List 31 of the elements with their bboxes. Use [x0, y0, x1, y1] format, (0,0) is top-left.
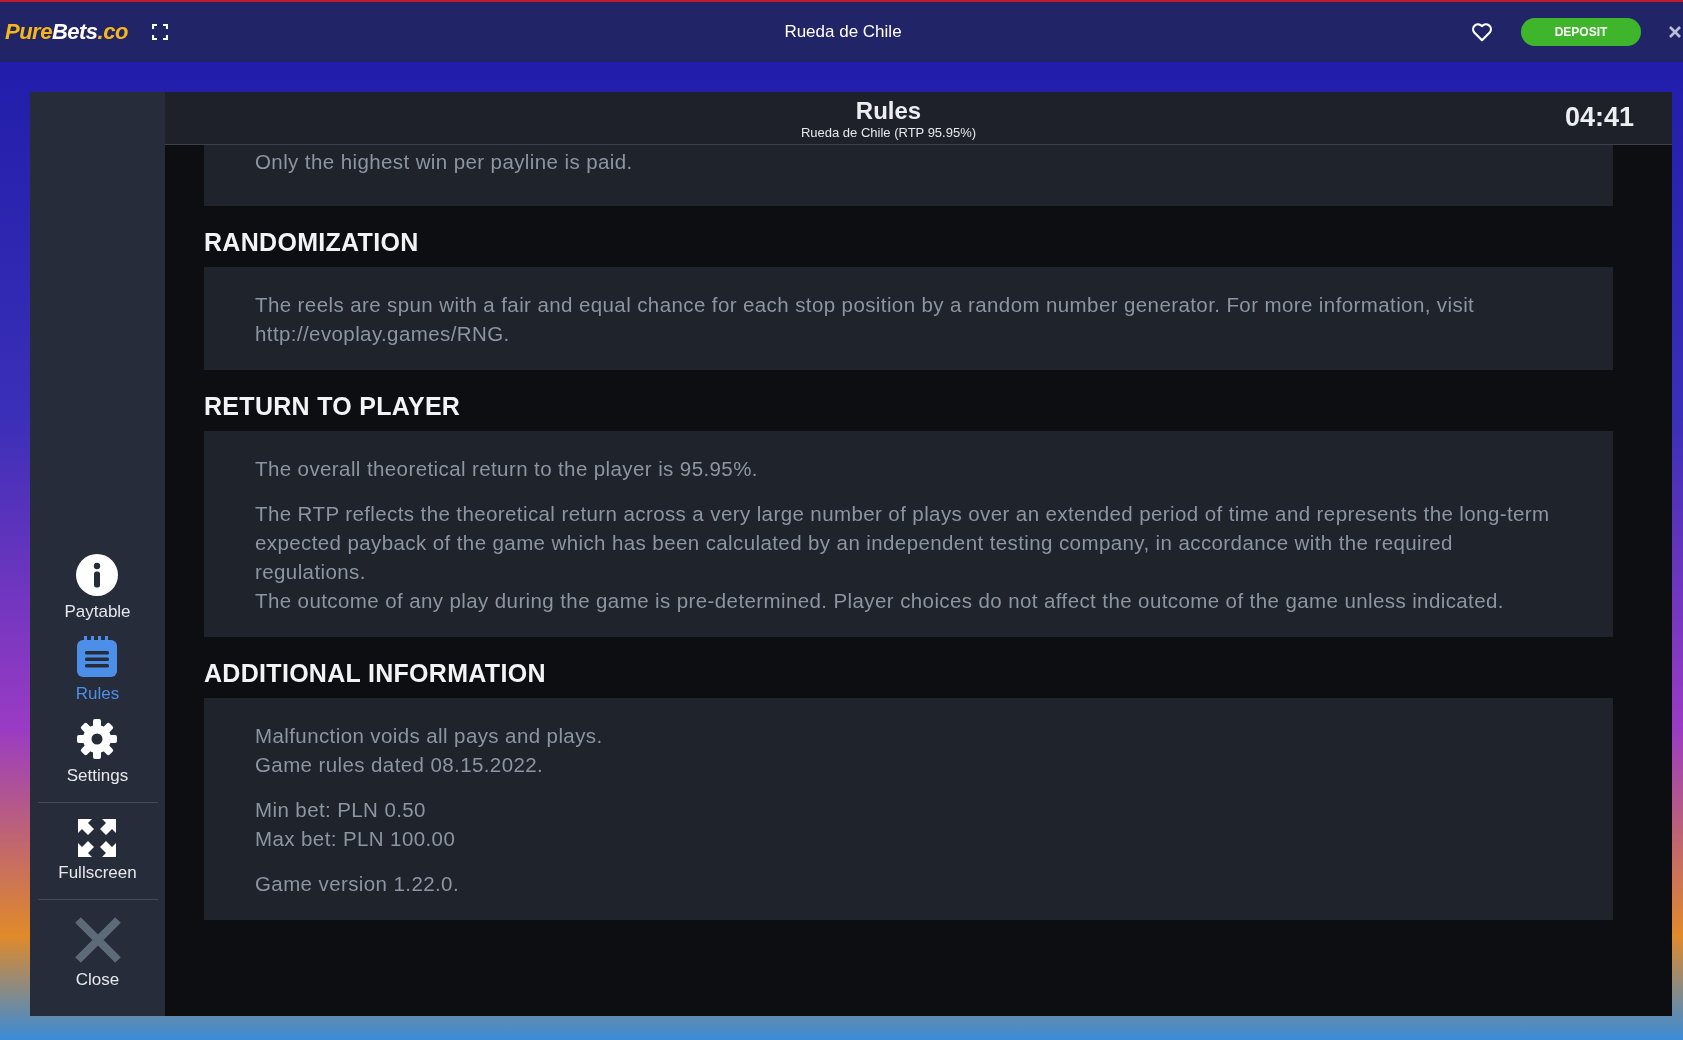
section-heading: RETURN TO PLAYER — [204, 391, 462, 422]
sidebar-item[interactable]: Rules — [71, 634, 124, 706]
expand-icon[interactable] — [151, 24, 168, 40]
rules-text: Malfunction voids all pays and plays. — [255, 723, 604, 749]
game-title: Rueda de Chile — [784, 22, 902, 42]
rules-text: The RTP reflects the theoretical return across a very large number of plays over an extended period of time and represents the long-term expected payback of the game which has been calculated by an independent testing company, in accordance with the required regulations. — [255, 501, 1551, 585]
rules-text: Game rules dated 08.15.2022. — [255, 752, 545, 778]
close-icon — [73, 916, 122, 964]
dialog-title: Rules — [855, 96, 922, 125]
sidebar-item[interactable]: Close — [69, 914, 126, 992]
rules-text: The outcome of any play during the game is pre-determined. Player choices do not affect the outcome of the game unless indicated. — [255, 588, 1505, 614]
notepad-icon — [76, 636, 119, 678]
settings-icon — [76, 718, 119, 760]
sidebar-item[interactable]: Settings — [62, 716, 133, 788]
rules-text: Game version 1.22.0. — [255, 871, 460, 897]
sidebar-item[interactable]: Paytable — [60, 552, 135, 624]
sidebar-item[interactable]: Fullscreen — [54, 817, 141, 885]
fullscreen-icon — [78, 819, 117, 857]
rules-text: The overall theoretical return to the player is 95.95%. — [255, 456, 759, 482]
timer: 04:41 — [1564, 102, 1634, 133]
heart-icon[interactable] — [1471, 22, 1493, 42]
rules-text: Max bet: PLN 100.00 — [255, 826, 457, 852]
info-icon — [76, 554, 119, 596]
rules-text: Min bet: PLN 0.50 — [255, 797, 427, 823]
logo[interactable]: PureBets.co — [5, 19, 128, 45]
dialog-subtitle: Rueda de Chile (RTP 95.95%) — [800, 124, 977, 140]
section-heading: RANDOMIZATION — [204, 227, 420, 258]
rules-text: The reels are spun with a fair and equal chance for each stop position by a random number generator. For more information, visit http://evoplay.games/RNG. — [255, 292, 1476, 347]
close-icon[interactable] — [1669, 26, 1681, 38]
rules-text: Only the highest win per payline is paid. — [255, 149, 634, 175]
section-heading: ADDITIONAL INFORMATION — [204, 658, 547, 689]
